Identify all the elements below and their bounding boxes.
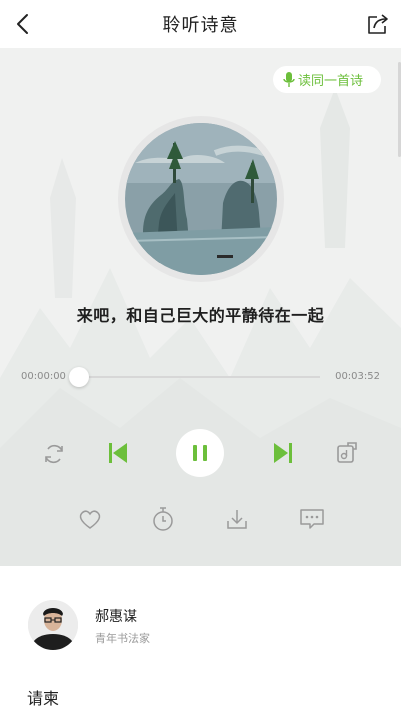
read-same-poem-button[interactable]: 读同一首诗: [273, 66, 381, 93]
total-time: 00:03:52: [335, 371, 380, 382]
download-icon[interactable]: [225, 507, 249, 531]
back-chevron-icon[interactable]: [12, 12, 36, 36]
heart-icon[interactable]: [78, 508, 102, 530]
pause-icon: [193, 445, 207, 461]
author-section: 郝惠谋 青年书法家 请柬: [0, 566, 401, 713]
skip-previous-icon[interactable]: [107, 441, 129, 465]
poem-line: 来吧，和自己巨大的平静待在一起: [76, 306, 325, 325]
repeat-icon[interactable]: [42, 442, 66, 466]
player-panel: 读同一首诗 来吧，和自己巨大的平静待在一起 00:00:00 00:03:52: [0, 48, 401, 566]
progress-knob[interactable]: [69, 367, 89, 387]
skip-next-icon[interactable]: [272, 441, 294, 465]
author-name: 郝惠谋: [95, 609, 137, 625]
progress-track[interactable]: [78, 376, 320, 378]
comment-icon[interactable]: [299, 507, 325, 531]
read-same-poem-label: 读同一首诗: [298, 74, 364, 89]
poem-title: 请柬: [27, 689, 60, 708]
author-title: 青年书法家: [95, 632, 150, 645]
author-avatar[interactable]: [28, 600, 78, 650]
current-time: 00:00:00: [21, 371, 66, 382]
play-pause-button[interactable]: [176, 429, 224, 477]
album-cover: [125, 123, 277, 275]
top-bar: 聆听诗意: [0, 0, 401, 48]
music-plate-icon[interactable]: [336, 442, 358, 464]
timer-icon[interactable]: [151, 506, 175, 532]
page-title: 聆听诗意: [162, 15, 239, 36]
mic-icon: [283, 71, 295, 87]
share-icon[interactable]: [365, 12, 391, 36]
